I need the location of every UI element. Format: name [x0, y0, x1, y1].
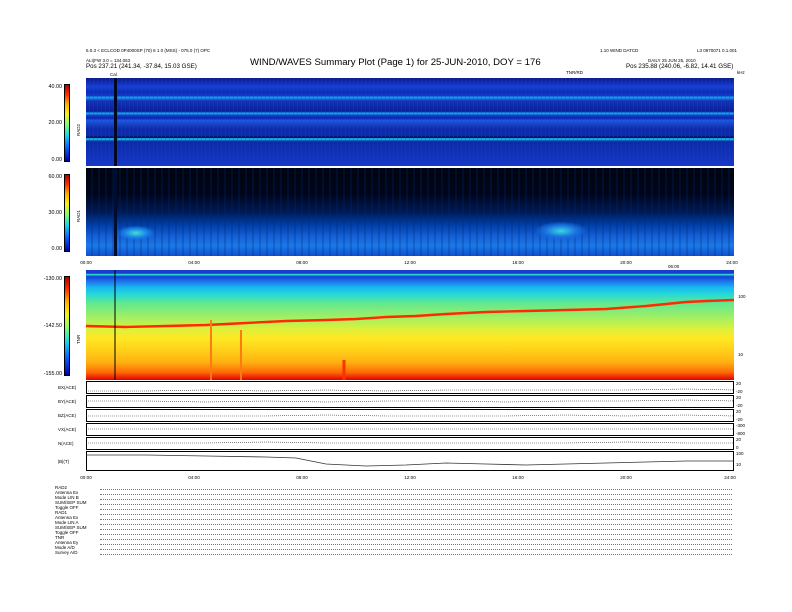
footer-dotted-row: [100, 534, 732, 535]
footer-dotted-row: [100, 509, 732, 510]
b-rtick-1: 10: [736, 462, 742, 467]
footer-value: A/D: [70, 550, 78, 555]
header-right-line1: 1.10 WIND DATCD: [600, 48, 639, 53]
b-rtick-0: 100: [736, 451, 744, 456]
by-trace: [86, 399, 734, 403]
tnr-ytick-0: -130.00: [43, 276, 62, 282]
bottom-xtick-5: 20:00: [620, 475, 632, 480]
bottom-xtick-4: 16:00: [512, 475, 524, 480]
bx-rtick-1: -20: [736, 389, 743, 394]
tnr-right-tick-1: 10: [738, 352, 744, 357]
rad2-ytick-2: 0.00: [51, 157, 63, 163]
bottom-xtick-1: 04:00: [188, 475, 200, 480]
header-right-position: Pos 235.88 (240.06, -6.82, 14.41 GSE): [626, 63, 734, 70]
rad1-xtick-1: 04:00: [188, 260, 200, 265]
bottom-xtick-2: 08:00: [296, 475, 308, 480]
bottom-xtick-0: 00:00: [80, 475, 92, 480]
n-trace: [86, 441, 734, 444]
b-trace: [86, 454, 734, 467]
footer-dotted-row: [100, 514, 732, 515]
rad1-burst-2: [536, 222, 586, 240]
rad2-ytick-1: 20.00: [48, 120, 63, 126]
footer-value: OFF: [69, 530, 79, 535]
rad1-ytick-0: 60.00: [48, 174, 63, 180]
footer-dotted-row: [100, 544, 732, 545]
rad1-xtick-6: 24:00: [726, 260, 738, 265]
rad2-spectrogram: [86, 78, 734, 166]
vx-rtick-1: -800: [736, 431, 746, 436]
footer-dotted-row: [100, 504, 732, 505]
footer-dotted-row: [100, 519, 732, 520]
bx-label: BX(ACE): [58, 385, 77, 390]
b-label: |B|(T): [58, 459, 70, 464]
by-rtick-0: 20: [736, 395, 742, 400]
by-label: BY(ACE): [58, 399, 77, 404]
rad2-ytick-0: 40.00: [48, 84, 63, 90]
footer-label: Survey: [55, 550, 70, 555]
footer-value: OFF: [69, 505, 79, 510]
rad1-xtick-right-label: 06:00: [668, 264, 680, 269]
rad1-xtick-0: 00:00: [80, 260, 92, 265]
footer-dotted-row: [100, 489, 732, 490]
vx-rtick-0: -300: [736, 423, 746, 428]
cal-label: Cal: [110, 72, 117, 77]
bz-label: BZ(ACE): [58, 413, 76, 418]
rad1-xtick-3: 12:00: [404, 260, 416, 265]
cal-marker: [114, 78, 117, 166]
footer-dotted-row: [100, 494, 732, 495]
header-left-line1: 6.0.3 < ECLCOD 0P4000SP (70) 6 1 0 (MSS)…: [86, 48, 211, 53]
n-rtick-1: 0: [736, 445, 739, 450]
footer-dotted-row: [100, 499, 732, 500]
bottom-xtick-3: 12:00: [404, 475, 416, 480]
footer-dotted-row: [100, 554, 732, 555]
bz-trace: [86, 414, 734, 417]
footer-dotted-row: [100, 529, 732, 530]
page-title: WIND/WAVES Summary Plot (Page 1) for 25-…: [250, 57, 541, 68]
rad1-colorbar: [64, 174, 70, 252]
tnr-ytick-2: -155.00: [43, 371, 62, 377]
vx-label: VX(ACE): [58, 427, 77, 432]
bz-rtick-0: 20: [736, 409, 742, 414]
rad1-spectrogram: [86, 168, 734, 256]
tnr-overlay: [86, 270, 734, 380]
rad1-burst-1: [118, 226, 154, 240]
line-traces: [86, 388, 734, 467]
n-rtick-0: 20: [736, 437, 742, 442]
rad1-colorbar-label: RAD1: [76, 209, 81, 222]
tnr-right-tick-0: 100: [738, 294, 746, 299]
footer-dotted-row: [100, 524, 732, 525]
header-right-line2: L3 0970071 0.1.001: [697, 48, 738, 53]
tnr-colorbar-label: TNR: [76, 334, 81, 344]
header-left-position: Pos 237.21 (241.34, -37.84, 15.03 GSE): [86, 63, 197, 70]
rad1-ytick-2: 0.00: [51, 246, 63, 252]
by-rtick-1: -20: [736, 403, 743, 408]
footer-dotted-row: [100, 539, 732, 540]
bx-rtick-0: 20: [736, 381, 742, 386]
rad1-xtick-5: 20:00: [620, 260, 632, 265]
footer-dotted-row: [100, 549, 732, 550]
unit-label: kHz: [737, 70, 745, 75]
rad2-colorbar: [64, 84, 70, 162]
rad1-ytick-1: 30.00: [48, 210, 63, 216]
rad2-colorbar-label: RAD2: [76, 123, 81, 136]
bottom-xtick-6: 24:00: [724, 475, 736, 480]
rad1-xtick-4: 16:00: [512, 260, 524, 265]
tnr-colorbar: [64, 276, 70, 376]
n-label: N(ACE): [58, 441, 74, 446]
tnr-plasma-line: [86, 298, 734, 329]
tnr-label: TNR/RD: [566, 70, 583, 75]
tnr-ytick-1: -142.50: [43, 323, 62, 329]
rad1-cal-marker: [114, 168, 117, 256]
bz-rtick-1: -20: [736, 417, 743, 422]
rad1-xtick-2: 08:00: [296, 260, 308, 265]
bx-trace: [86, 388, 734, 392]
